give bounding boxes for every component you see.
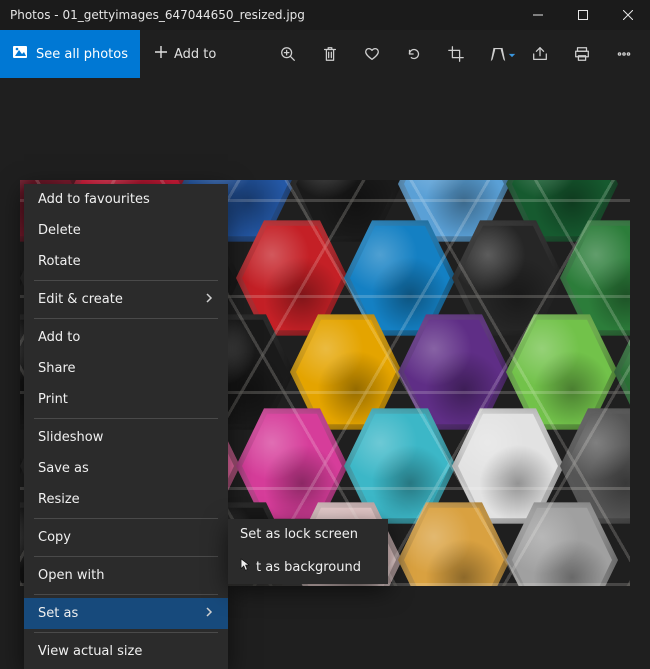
ctx-label: Resize [38, 492, 80, 507]
zoom-button[interactable] [268, 34, 308, 74]
see-all-photos-button[interactable]: See all photos [0, 30, 140, 78]
window-title: Photos - 01_gettyimages_647044650_resize… [0, 8, 515, 22]
ctx-label: Save as [38, 461, 89, 476]
ctx-separator [34, 556, 218, 557]
ctx-label: Set as [38, 606, 78, 621]
window-controls [515, 0, 650, 30]
ctx-delete[interactable]: Delete [24, 215, 228, 246]
ctx-label: Add to [38, 330, 80, 345]
add-to-label: Add to [174, 47, 216, 62]
sub-set-background[interactable]: t as background [228, 550, 388, 584]
ctx-separator [34, 518, 218, 519]
ctx-set-as[interactable]: Set as [24, 598, 228, 629]
sub-set-lock-screen[interactable]: Set as lock screen [228, 519, 388, 550]
share-button[interactable] [520, 34, 560, 74]
hex-cell [506, 496, 618, 586]
chevron-down-icon [508, 45, 516, 64]
favourite-button[interactable] [352, 34, 392, 74]
see-all-photos-label: See all photos [36, 47, 128, 62]
ctx-label: Add to favourites [38, 192, 150, 207]
draw-button[interactable] [478, 34, 518, 74]
sub-label: t as background [256, 560, 361, 575]
ctx-open-with[interactable]: Open with [24, 560, 228, 591]
crop-button[interactable] [436, 34, 476, 74]
ctx-label: Print [38, 392, 68, 407]
hex-cell [398, 496, 510, 586]
ctx-separator [34, 280, 218, 281]
sub-label: Set as lock screen [240, 527, 358, 542]
ctx-separator [34, 594, 218, 595]
ctx-add-favourites[interactable]: Add to favourites [24, 184, 228, 215]
ctx-share[interactable]: Share [24, 353, 228, 384]
ctx-rotate[interactable]: Rotate [24, 246, 228, 277]
minimize-button[interactable] [515, 0, 560, 30]
ctx-label: Share [38, 361, 76, 376]
toolbar: See all photos Add to [0, 30, 650, 78]
ctx-slideshow[interactable]: Slideshow [24, 422, 228, 453]
set-as-submenu: Set as lock screen t as background [228, 519, 388, 584]
print-button[interactable] [562, 34, 602, 74]
close-button[interactable] [605, 0, 650, 30]
ctx-label: Delete [38, 223, 81, 238]
toolbar-icons [268, 34, 650, 74]
context-menu: Add to favourites Delete Rotate Edit & c… [24, 184, 228, 669]
ctx-save-as[interactable]: Save as [24, 453, 228, 484]
ctx-label: Slideshow [38, 430, 103, 445]
ctx-edit-create[interactable]: Edit & create [24, 284, 228, 315]
chevron-right-icon [204, 606, 214, 621]
ctx-label: Rotate [38, 254, 81, 269]
ctx-add-to[interactable]: Add to [24, 322, 228, 353]
title-bar: Photos - 01_gettyimages_647044650_resize… [0, 0, 650, 30]
ctx-separator [34, 318, 218, 319]
ctx-separator [34, 632, 218, 633]
ctx-label: View actual size [38, 644, 142, 659]
ctx-view-actual-size[interactable]: View actual size [24, 636, 228, 667]
ctx-print[interactable]: Print [24, 384, 228, 415]
add-to-button[interactable]: Add to [140, 30, 230, 78]
more-button[interactable] [604, 34, 644, 74]
maximize-button[interactable] [560, 0, 605, 30]
cursor-icon [240, 558, 252, 576]
delete-button[interactable] [310, 34, 350, 74]
chevron-right-icon [204, 292, 214, 307]
ctx-label: Edit & create [38, 292, 123, 307]
photo-icon [12, 44, 28, 64]
rotate-button[interactable] [394, 34, 434, 74]
ctx-copy[interactable]: Copy [24, 522, 228, 553]
ctx-label: Copy [38, 530, 71, 545]
ctx-resize[interactable]: Resize [24, 484, 228, 515]
ctx-label: Open with [38, 568, 104, 583]
plus-icon [154, 45, 168, 63]
ctx-separator [34, 418, 218, 419]
